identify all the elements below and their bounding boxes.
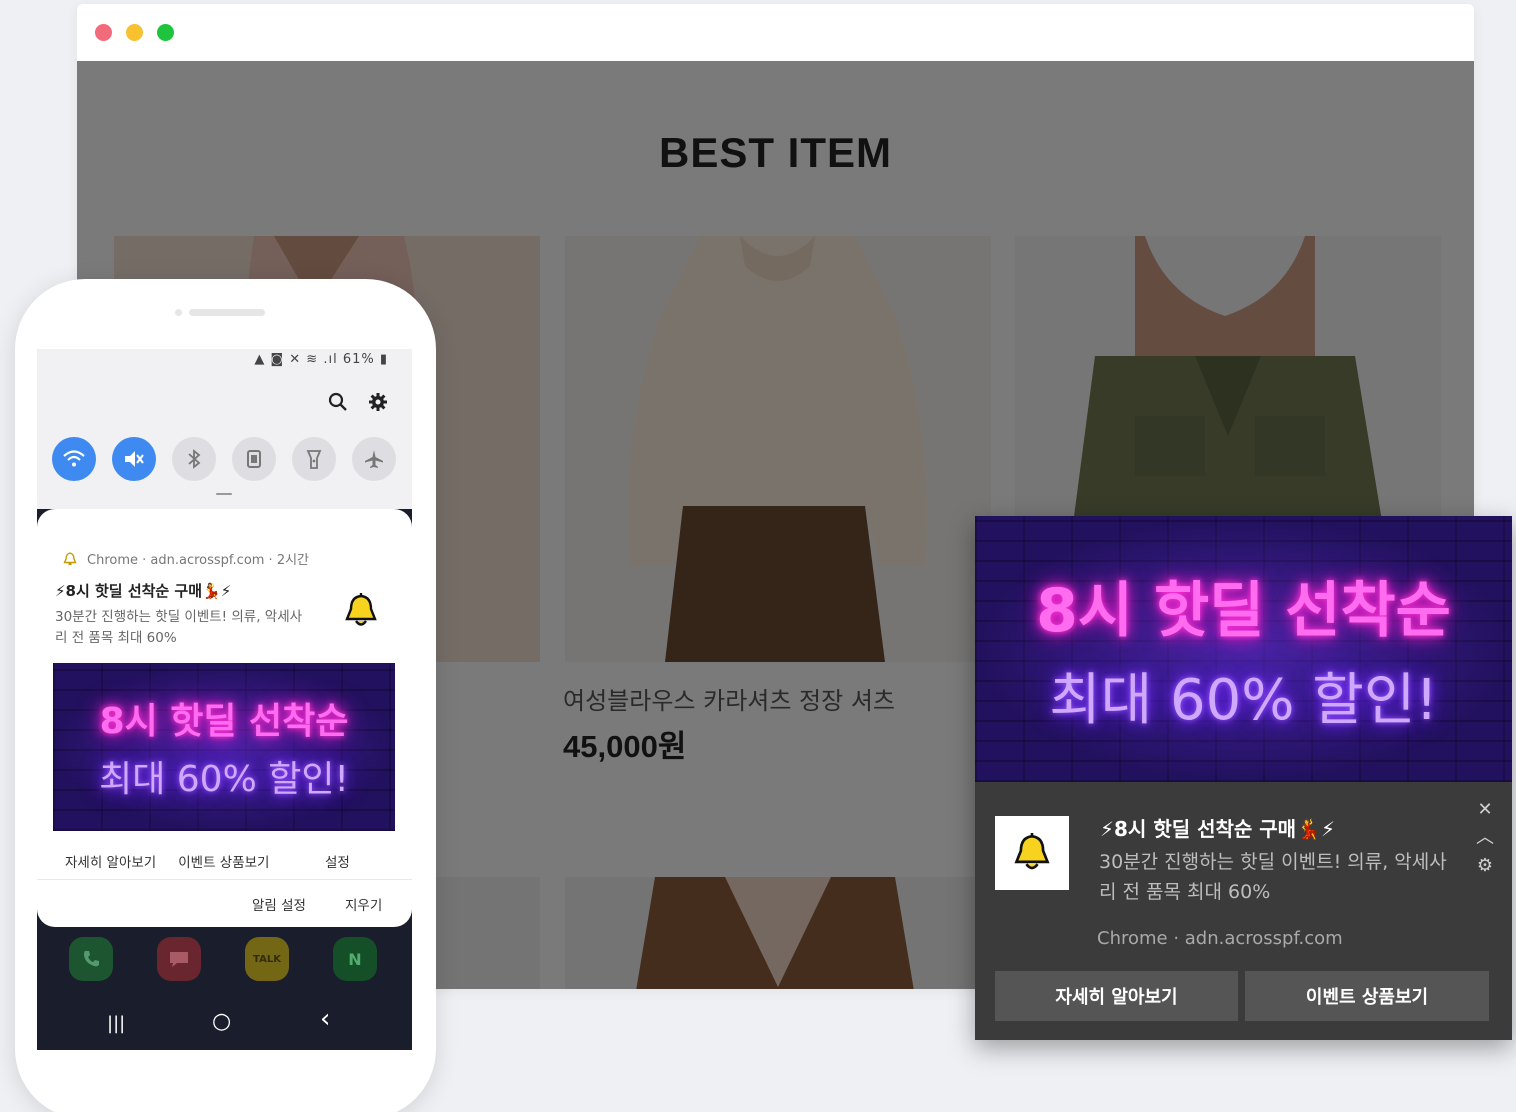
gear-icon[interactable] (367, 391, 389, 413)
wifi-toggle[interactable] (52, 437, 96, 481)
phone-mockup: ▲ ◙ ✕ ≋ .ıl 61% ▮ Chrome · adn.acrosspf.… (15, 279, 436, 1112)
notification-thumbnail (329, 579, 393, 643)
notification-actions: 자세히 알아보기 이벤트 상품보기 설정 (65, 851, 350, 871)
airplane-toggle[interactable] (352, 437, 396, 481)
panel-drag-handle[interactable] (216, 493, 232, 495)
notification-title: ⚡8시 핫딜 선착순 구매💃⚡ (55, 582, 232, 600)
event-products-action[interactable]: 이벤트 상품보기 (178, 851, 269, 871)
home-button[interactable]: ○ (212, 1009, 231, 1034)
bell-icon (63, 551, 77, 565)
notification-banner-image: 8시 핫딜 선착순 최대 60% 할인! (975, 516, 1512, 782)
rotation-toggle[interactable] (232, 437, 276, 481)
airplane-icon (365, 450, 383, 468)
notification-source: Chrome · adn.acrosspf.com · 2시간 (87, 553, 310, 568)
notification-body: 30분간 진행하는 핫딜 이벤트! 의류, 악세사리 전 품목 최대 60% (1099, 851, 1447, 903)
banner-subline: 최대 60% 할인! (1049, 668, 1438, 733)
notification-meta: Chrome · adn.acrosspf.com · 2시간 (63, 549, 309, 568)
learn-more-button[interactable]: 자세히 알아보기 (995, 971, 1238, 1021)
banner-headline: 8시 핫딜 선착순 (99, 701, 349, 742)
mute-toggle[interactable] (112, 437, 156, 481)
android-notification[interactable]: Chrome · adn.acrosspf.com · 2시간 ⚡8시 핫딜 선… (37, 509, 412, 927)
maximize-window-button[interactable] (157, 24, 174, 41)
gear-icon[interactable]: ⚙ (1475, 856, 1495, 876)
phone-screen: ▲ ◙ ✕ ≋ .ıl 61% ▮ Chrome · adn.acrosspf.… (37, 349, 412, 1050)
naver-icon[interactable]: N (333, 937, 377, 981)
clear-button[interactable]: 지우기 (345, 894, 382, 914)
phone-speaker (175, 309, 265, 316)
notification-title: ⚡8시 핫딜 선착순 구매💃⚡ (1100, 817, 1335, 841)
close-icon[interactable]: ✕ (1475, 800, 1495, 820)
notification-settings-button[interactable]: 알림 설정 (252, 894, 306, 914)
mute-icon (125, 451, 144, 467)
bell-icon (1014, 833, 1050, 870)
minimize-window-button[interactable] (126, 24, 143, 41)
kakaotalk-icon[interactable]: TALK (245, 937, 289, 981)
notification-body: 30분간 진행하는 핫딜 이벤트! 의류, 악세사리 전 품목 최대 60% (55, 609, 303, 646)
browser-titlebar (77, 4, 1474, 61)
wifi-icon (63, 450, 85, 467)
notification-source: Chrome · adn.acrosspf.com (1097, 928, 1343, 949)
banner-headline: 8시 핫딜 선착순 (1036, 576, 1451, 646)
back-button[interactable]: ‹ (320, 1004, 330, 1034)
desktop-notification[interactable]: 8시 핫딜 선착순 최대 60% 할인! ⚡8시 핫딜 선착순 구매💃⚡ 30분… (975, 516, 1512, 1040)
recents-button[interactable]: ||| (107, 1013, 125, 1034)
flashlight-icon (306, 450, 322, 469)
bluetooth-toggle[interactable] (172, 437, 216, 481)
status-bar: ▲ ◙ ✕ ≋ .ıl 61% ▮ (254, 352, 388, 367)
phone-icon[interactable] (69, 937, 113, 981)
settings-action[interactable]: 설정 (325, 851, 350, 871)
bluetooth-icon (188, 449, 201, 469)
collapse-icon[interactable]: ︿ (1475, 828, 1495, 848)
divider (37, 879, 412, 880)
bell-icon (345, 593, 377, 626)
close-window-button[interactable] (95, 24, 112, 41)
notification-banner-image: 8시 핫딜 선착순 최대 60% 할인! (53, 663, 395, 831)
search-icon[interactable] (327, 391, 349, 413)
notification-icon (995, 816, 1069, 890)
message-icon[interactable] (157, 937, 201, 981)
learn-more-action[interactable]: 자세히 알아보기 (65, 851, 156, 871)
rotation-icon (247, 450, 261, 468)
quick-settings-panel: ▲ ◙ ✕ ≋ .ıl 61% ▮ (37, 349, 412, 509)
flashlight-toggle[interactable] (292, 437, 336, 481)
banner-subline: 최대 60% 할인! (99, 759, 349, 800)
event-products-button[interactable]: 이벤트 상품보기 (1245, 971, 1489, 1021)
